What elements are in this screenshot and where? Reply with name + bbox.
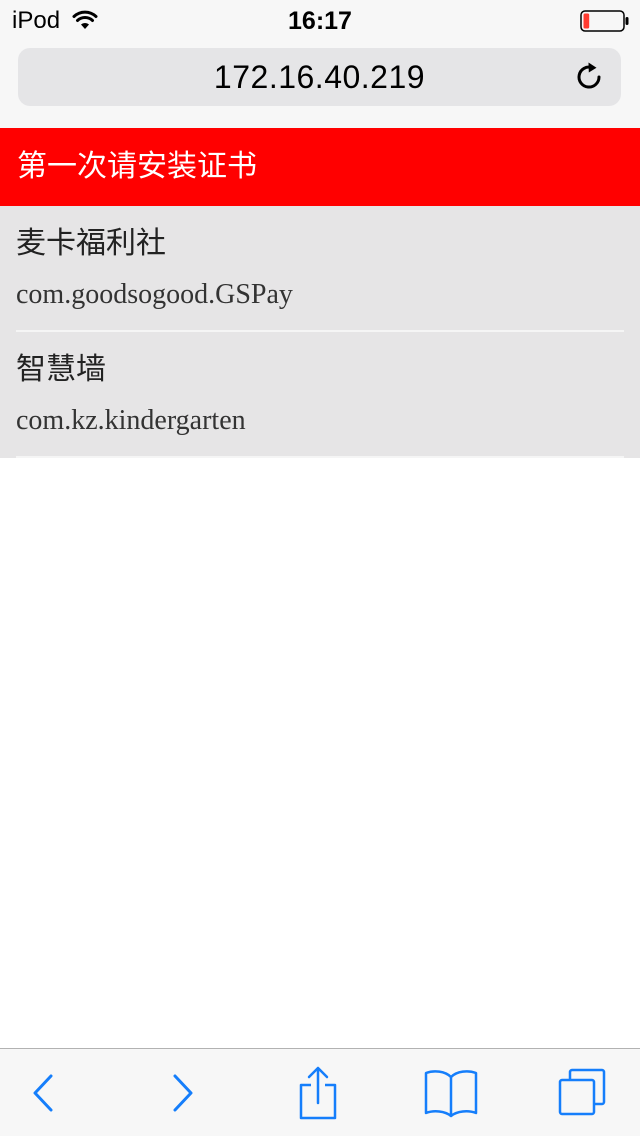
battery-icon (580, 10, 629, 32)
forward-button[interactable] (153, 1049, 213, 1136)
list-item[interactable]: 智慧墙 com.kz.kindergarten (0, 332, 640, 458)
status-bar: iPod 16:17 (0, 0, 640, 40)
app-bundle-id: com.goodsogood.GSPay (16, 279, 293, 310)
list-item[interactable]: 麦卡福利社 com.goodsogood.GSPay (0, 206, 640, 332)
reload-icon[interactable] (573, 61, 605, 93)
back-button[interactable] (13, 1049, 73, 1136)
bookmarks-icon (424, 1070, 478, 1118)
install-certificate-banner[interactable]: 第一次请安装证书 (0, 128, 640, 206)
bottom-toolbar (0, 1048, 640, 1136)
banner-text: 第一次请安装证书 (17, 149, 257, 184)
bookmarks-button[interactable] (421, 1049, 481, 1136)
share-button[interactable] (288, 1049, 348, 1136)
divider (16, 456, 624, 458)
app-name: 麦卡福利社 (16, 226, 166, 261)
app-name: 智慧墙 (16, 352, 106, 387)
safari-screen: iPod 16:17 172.16.40.219 第一次请安装证书 麦卡福利社 … (0, 0, 640, 1136)
app-bundle-id: com.kz.kindergarten (16, 405, 246, 436)
share-icon (299, 1066, 337, 1120)
forward-icon (173, 1074, 193, 1112)
tabs-button[interactable] (552, 1049, 612, 1136)
back-icon (33, 1074, 53, 1112)
tabs-icon (558, 1068, 606, 1116)
status-time: 16:17 (288, 7, 352, 35)
address-bar[interactable]: 172.16.40.219 (18, 48, 621, 106)
app-list: 麦卡福利社 com.goodsogood.GSPay 智慧墙 com.kz.ki… (0, 206, 640, 458)
browser-top-chrome: iPod 16:17 172.16.40.219 (0, 0, 640, 128)
url-text[interactable]: 172.16.40.219 (18, 48, 621, 106)
